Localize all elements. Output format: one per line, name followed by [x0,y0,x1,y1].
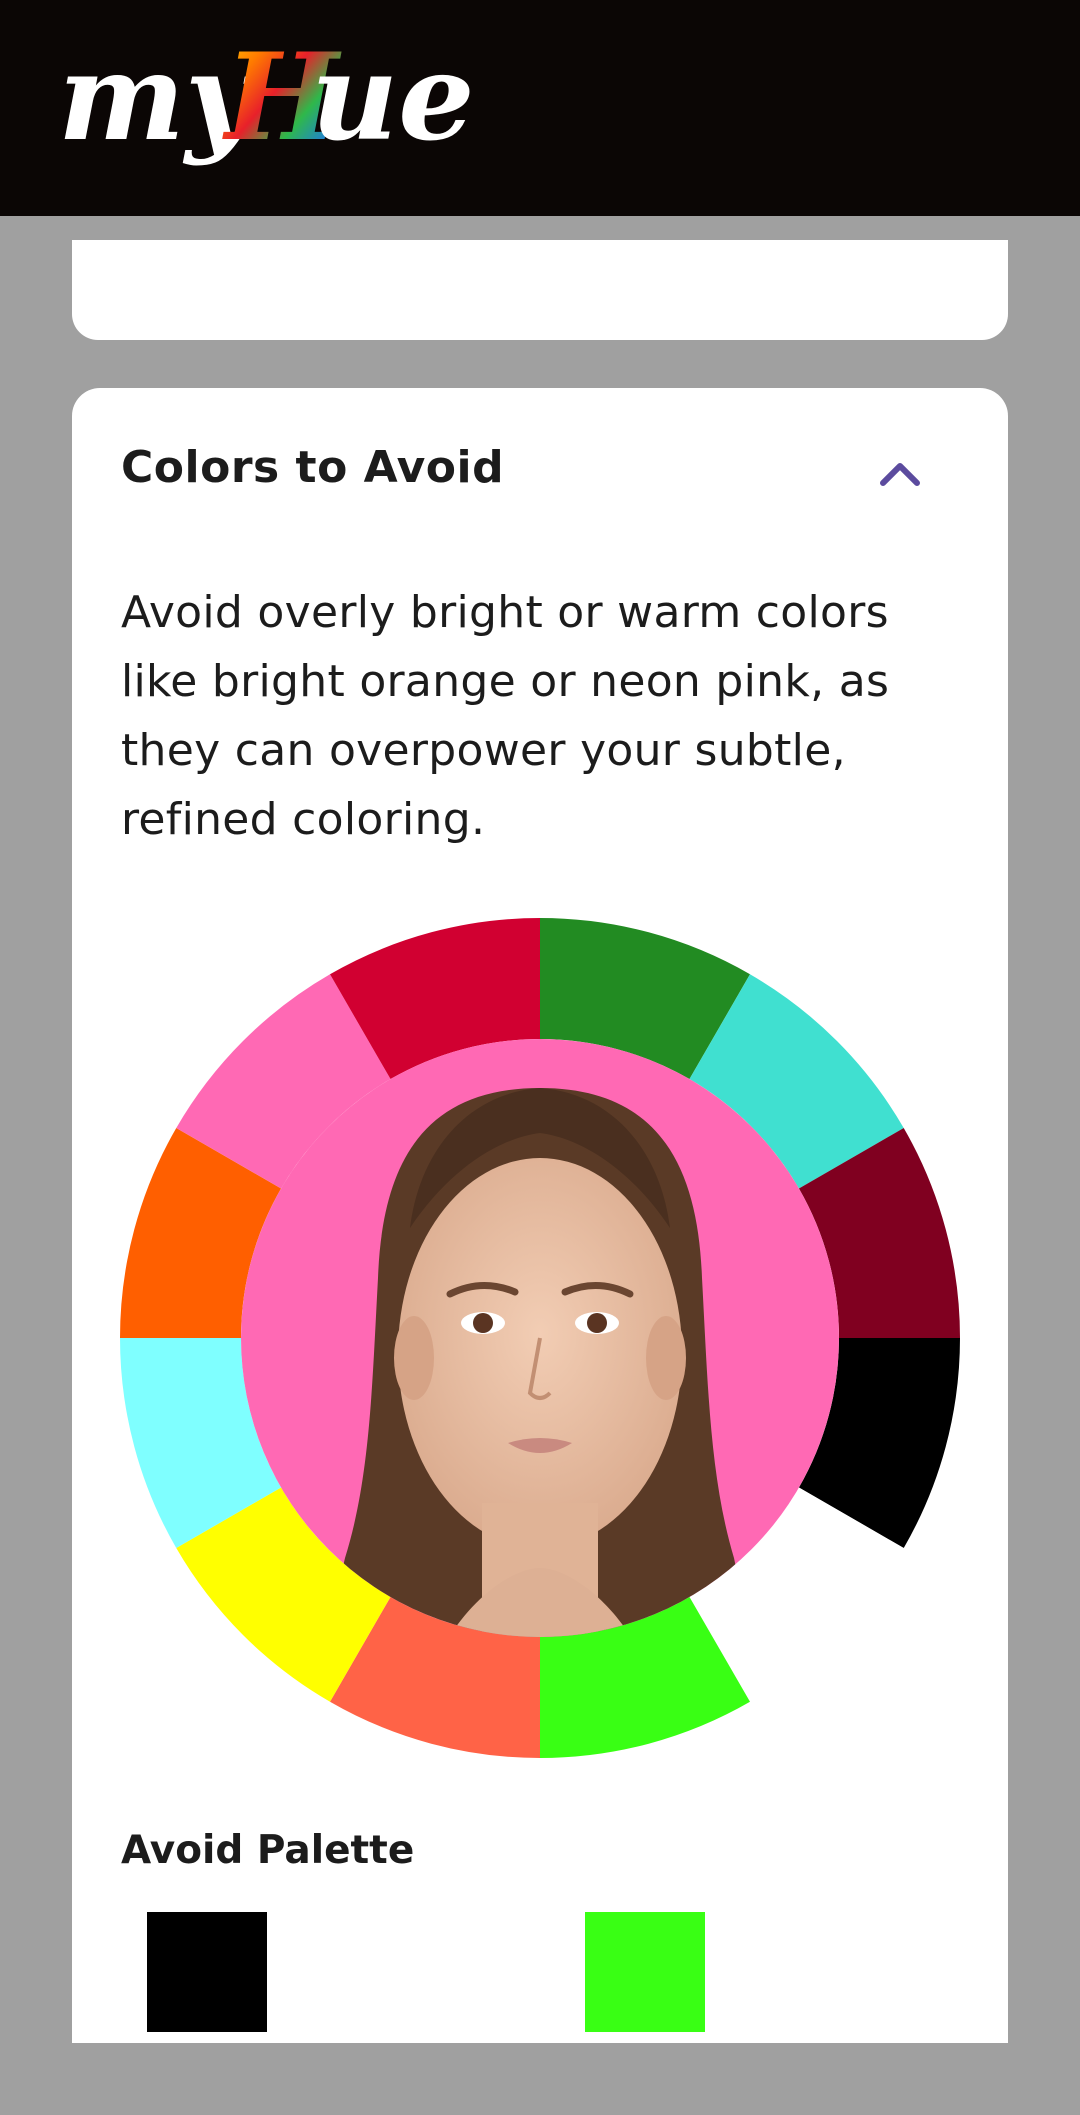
collapse-toggle-button[interactable] [872,448,928,498]
myhue-logo[interactable]: my H ue [58,24,498,174]
previous-card [72,240,1008,340]
chevron-up-icon [880,463,920,486]
palette-swatch[interactable] [147,1912,267,2032]
logo-text-ue: ue [311,27,475,168]
section-title: Colors to Avoid [121,442,505,493]
app-header: my H ue [0,0,1080,216]
section-description: Avoid overly bright or warm colors like … [121,587,890,845]
palette-swatch[interactable] [585,1912,705,2032]
colors-to-avoid-card: Colors to Avoid Avoid overly bright or w… [72,388,1008,2043]
avoid-palette-title: Avoid Palette [121,1828,415,1873]
color-wheel [120,918,960,1758]
